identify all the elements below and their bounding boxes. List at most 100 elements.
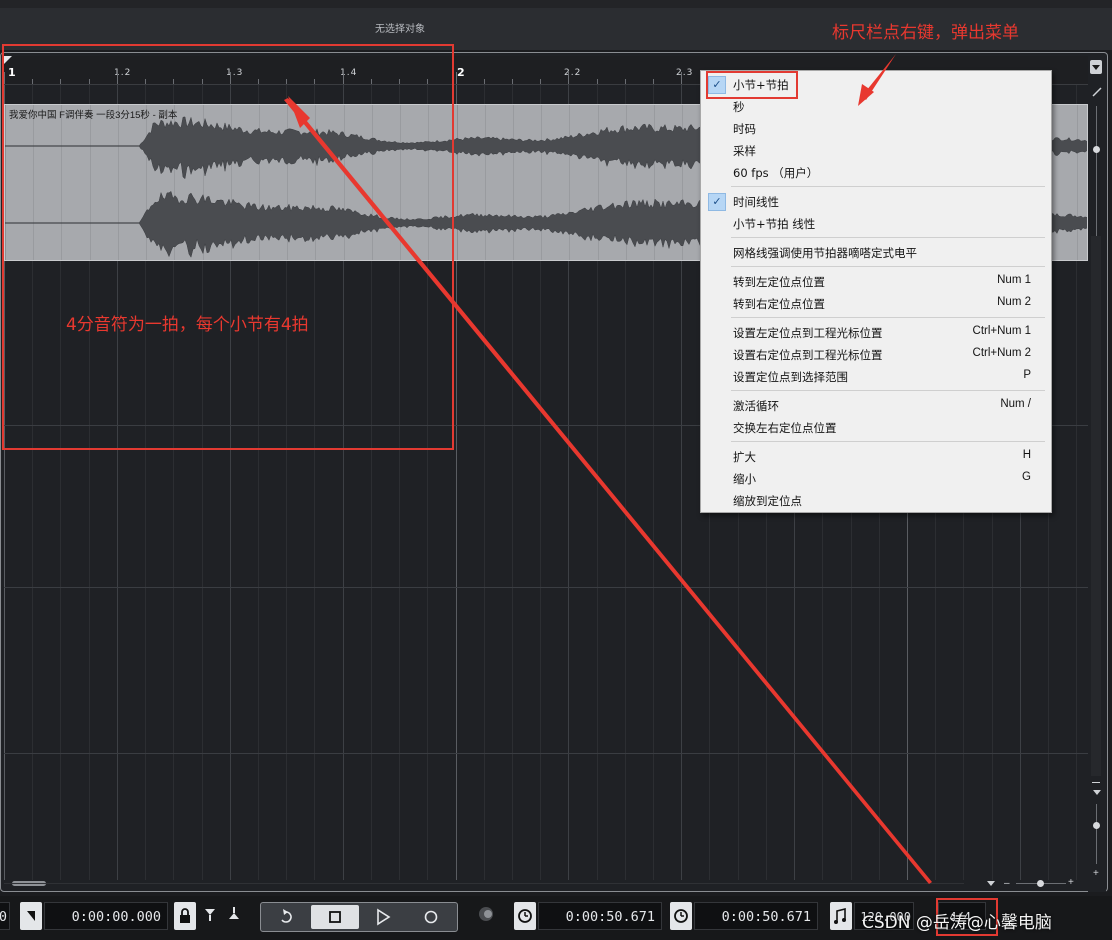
menu-item[interactable]: 秒 xyxy=(701,96,1051,118)
vertical-zoom-track xyxy=(1096,106,1097,236)
left-locator-time: 0:00:00.000 xyxy=(71,909,161,925)
menu-item-shortcut: Num / xyxy=(1000,398,1031,410)
menu-item-shortcut: G xyxy=(1022,471,1031,483)
menu-item[interactable]: 设置定位点到选择范围 P xyxy=(701,366,1051,388)
menu-item-shortcut: P xyxy=(1023,369,1031,381)
menu-item[interactable]: 扩大 H xyxy=(701,446,1051,468)
menu-separator xyxy=(731,266,1045,267)
menu-item-label: 小节+节拍 线性 xyxy=(733,217,816,231)
menu-item-label: 交换左右定位点位置 xyxy=(733,421,837,435)
stop-button[interactable] xyxy=(311,905,359,929)
menu-separator xyxy=(731,186,1045,187)
horizontal-scrollbar-track xyxy=(4,883,964,884)
record-button[interactable] xyxy=(407,905,455,929)
left-locator-icon[interactable] xyxy=(20,902,42,930)
menu-item-label: 扩大 xyxy=(733,450,756,464)
horizontal-zoom-in-icon[interactable]: + xyxy=(1068,877,1074,888)
menu-item[interactable]: 缩放到定位点 xyxy=(701,490,1051,512)
secondary-time-display[interactable]: 0:00:50.671 xyxy=(694,902,818,930)
menu-item[interactable]: 设置右定位点到工程光标位置 Ctrl+Num 2 xyxy=(701,344,1051,366)
menu-item[interactable]: 设置左定位点到工程光标位置 Ctrl+Num 1 xyxy=(701,322,1051,344)
menu-separator xyxy=(731,237,1045,238)
ruler-tick xyxy=(511,79,513,84)
ruler-label-bar-2: 2 xyxy=(457,66,466,79)
menu-item[interactable]: 时码 xyxy=(701,118,1051,140)
menu-item[interactable]: 转到右定位点位置 Num 2 xyxy=(701,293,1051,315)
menu-item-label: 设置左定位点到工程光标位置 xyxy=(733,326,883,340)
menu-item-label: 设置定位点到选择范围 xyxy=(733,370,848,384)
menu-item[interactable]: 交换左右定位点位置 xyxy=(701,417,1051,439)
ruler-label-2-3: 2.3 xyxy=(676,68,694,78)
menu-item[interactable]: 小节+节拍 线性 xyxy=(701,213,1051,235)
menu-item-label: 采样 xyxy=(733,144,756,158)
vertical-zoom-out-icon[interactable] xyxy=(1092,782,1100,783)
menu-item-label: 时间线性 xyxy=(733,195,779,209)
tempo-track-icon[interactable] xyxy=(830,902,852,930)
ruler-context-menu: ✓ 小节+节拍秒时码 采样 60 fps （用户） ✓ 时间线性 小节+节拍 线性 网格线强调… xyxy=(700,70,1052,513)
grid-row-line xyxy=(4,587,1088,588)
grid-row-line xyxy=(4,753,1088,754)
menu-item-shortcut: Num 2 xyxy=(997,296,1031,308)
menu-item-shortcut: H xyxy=(1022,449,1031,461)
menu-item[interactable]: 采样 xyxy=(701,140,1051,162)
ruler-tick xyxy=(653,79,655,84)
edit-pencil-icon[interactable] xyxy=(1091,86,1103,98)
zoom-preset-down-icon[interactable] xyxy=(986,878,996,888)
menu-item[interactable]: 激活循环 Num / xyxy=(701,395,1051,417)
menu-item-label: 秒 xyxy=(733,100,745,114)
track-height-handle[interactable] xyxy=(1093,822,1100,829)
vertical-zoom-bar[interactable]: + xyxy=(1088,56,1106,892)
ruler-tick xyxy=(624,79,626,84)
track-height-track xyxy=(1096,804,1097,864)
menu-item-label: 缩小 xyxy=(733,472,756,486)
menu-separator xyxy=(731,390,1045,391)
menu-item-label: 激活循环 xyxy=(733,399,779,413)
ruler-tick xyxy=(596,79,598,84)
vertical-scrollbar[interactable] xyxy=(1091,236,1101,776)
menu-separator xyxy=(731,441,1045,442)
left-locator-time-field[interactable]: 0:00:00.000 xyxy=(44,902,168,930)
ruler-tick xyxy=(455,72,457,84)
punch-in-icon[interactable] xyxy=(200,904,220,924)
vertical-zoom-in-icon[interactable]: + xyxy=(1093,868,1099,879)
ruler-tick xyxy=(681,72,683,84)
menu-item[interactable]: 60 fps （用户） xyxy=(701,162,1051,184)
vertical-zoom-handle[interactable] xyxy=(1093,146,1100,153)
primary-time: 0:00:50.671 xyxy=(565,909,655,925)
menu-item-shortcut: Ctrl+Num 2 xyxy=(972,347,1031,359)
secondary-time-clock-icon[interactable] xyxy=(670,902,692,930)
menu-separator xyxy=(731,317,1045,318)
ruler-menu-button[interactable] xyxy=(1090,60,1102,74)
cycle-button[interactable] xyxy=(263,905,311,929)
menu-item[interactable]: 转到左定位点位置 Num 1 xyxy=(701,271,1051,293)
punch-out-icon[interactable] xyxy=(224,904,244,924)
menu-item[interactable]: 缩小 G xyxy=(701,468,1051,490)
menu-item-label: 网格线强调使用节拍器嘀嗒定式电平 xyxy=(733,246,917,260)
horizontal-zoom-out-icon[interactable]: – xyxy=(1004,878,1010,889)
lock-icon[interactable] xyxy=(174,902,196,930)
primary-time-display[interactable]: 0:00:50.671 xyxy=(538,902,662,930)
play-button[interactable] xyxy=(359,905,407,929)
menu-item-label: 转到左定位点位置 xyxy=(733,275,825,289)
sync-icon[interactable] xyxy=(476,904,496,924)
ruler-tick xyxy=(540,79,542,84)
vertical-zoom-down-icon[interactable] xyxy=(1091,788,1103,798)
window-top-strip xyxy=(0,0,1112,8)
menu-item-label: 60 fps （用户） xyxy=(733,166,819,180)
horizontal-scroll-area[interactable]: – + xyxy=(4,877,1088,890)
primary-time-clock-icon[interactable] xyxy=(514,902,536,930)
transport-controls xyxy=(260,902,458,932)
record-icon xyxy=(424,910,438,924)
cycle-icon xyxy=(281,909,292,923)
stop-icon xyxy=(329,911,341,923)
horizontal-zoom-handle[interactable] xyxy=(1037,880,1044,887)
left-edge-display[interactable]: 0 xyxy=(0,902,10,930)
menu-item-shortcut: Ctrl+Num 1 xyxy=(972,325,1031,337)
annotation-box-menu-item xyxy=(706,71,798,99)
ruler-tick xyxy=(568,72,570,84)
menu-item-label: 转到右定位点位置 xyxy=(733,297,825,311)
left-edge-digit: 0 xyxy=(0,909,7,925)
menu-item[interactable]: 网格线强调使用节拍器嘀嗒定式电平 xyxy=(701,242,1051,264)
menu-item[interactable]: ✓ 时间线性 xyxy=(701,191,1051,213)
menu-item-shortcut: Num 1 xyxy=(997,274,1031,286)
